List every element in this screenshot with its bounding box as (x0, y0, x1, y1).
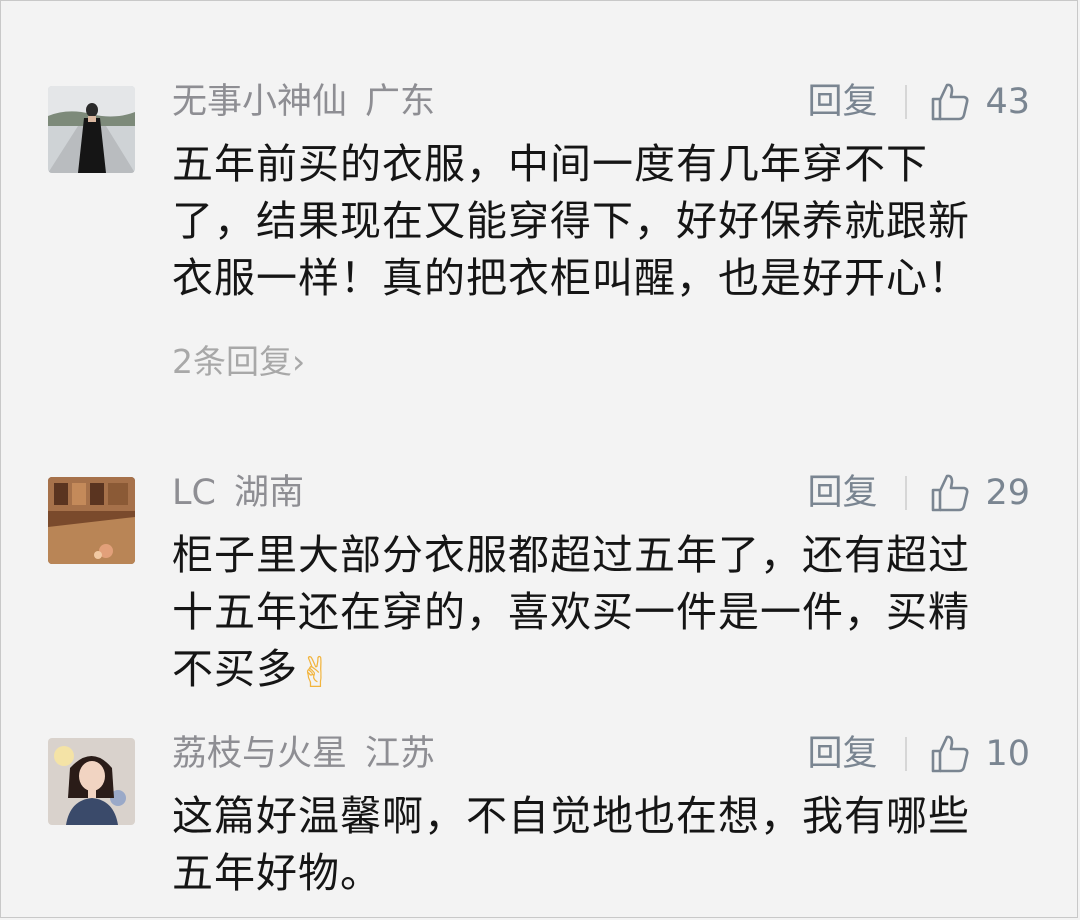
thumbs-up-icon (932, 735, 969, 773)
view-replies-link[interactable]: 2条回复› (172, 342, 305, 382)
like-button[interactable]: 43 (929, 80, 1030, 124)
location: 江苏 (365, 734, 436, 774)
like-count: 10 (985, 734, 1030, 774)
location: 广东 (365, 82, 436, 122)
like-count: 43 (985, 82, 1030, 122)
reply-button[interactable]: 回复 (807, 471, 877, 515)
like-button[interactable]: 10 (929, 732, 1030, 776)
comment-line: 不买多 (172, 645, 298, 693)
divider (905, 85, 908, 119)
reply-button[interactable]: 回复 (807, 80, 877, 124)
comment-line: 这篇好温馨啊，不自觉地也在想，我有哪些 (172, 792, 970, 840)
chevron-right-icon: › (292, 342, 306, 381)
comment-meta: LC 湖南 (172, 471, 304, 515)
comment-meta: 荔枝与火星 江苏 (172, 732, 435, 776)
comment-text: 五年前买的衣服，中间一度有几年穿不下 了，结果现在又能穿得下，好好保养就跟新 衣… (172, 136, 1032, 307)
thumbs-up-icon (932, 474, 969, 512)
comment-actions: 回复 29 (807, 471, 1030, 515)
comment-line-with-emoji: 不买多✌ (172, 641, 1032, 701)
comment-line: 五年前买的衣服，中间一度有几年穿不下 (172, 140, 928, 188)
thumbs-up-icon (932, 83, 969, 121)
victory-hand-icon: ✌ (298, 648, 335, 697)
comment-line: 柜子里大部分衣服都超过五年了，还有超过 (172, 531, 970, 579)
comment-line: 衣服一样！真的把衣柜叫醒，也是好开心！ (172, 254, 970, 302)
divider (905, 476, 908, 510)
avatar[interactable] (48, 477, 135, 564)
avatar[interactable] (48, 738, 135, 825)
replies-count-label: 2条回复 (172, 342, 292, 381)
comment-line: 十五年还在穿的，喜欢买一件是一件，买精 (172, 588, 970, 636)
divider (905, 737, 908, 771)
comment-meta: 无事小神仙 广东 (172, 80, 435, 124)
username[interactable]: LC (172, 473, 216, 513)
like-button[interactable]: 29 (929, 471, 1030, 515)
comment-actions: 回复 10 (807, 732, 1030, 776)
comment-line: 五年好物。 (172, 849, 382, 897)
comment-text: 柜子里大部分衣服都超过五年了，还有超过 十五年还在穿的，喜欢买一件是一件，买精 … (172, 527, 1032, 701)
avatar[interactable] (48, 86, 135, 173)
username[interactable]: 荔枝与火星 (172, 734, 347, 774)
comment-actions: 回复 43 (807, 80, 1030, 124)
reply-button[interactable]: 回复 (807, 732, 877, 776)
location: 湖南 (233, 473, 304, 513)
comment-line: 了，结果现在又能穿得下，好好保养就跟新 (172, 197, 970, 245)
comment-text: 这篇好温馨啊，不自觉地也在想，我有哪些 五年好物。 (172, 788, 1032, 902)
like-count: 29 (985, 473, 1030, 513)
username[interactable]: 无事小神仙 (172, 82, 347, 122)
